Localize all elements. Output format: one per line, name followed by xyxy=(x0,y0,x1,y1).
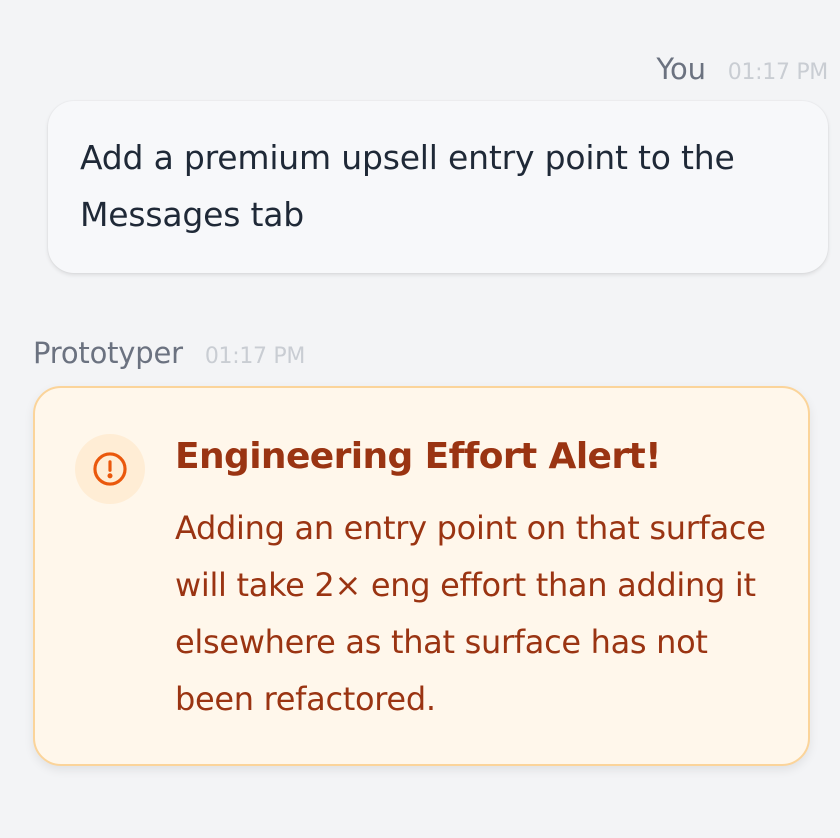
user-message-header: You 01:17 PM xyxy=(656,52,828,86)
assistant-author-name: Prototyper xyxy=(33,336,183,370)
engineering-effort-alert: Engineering Effort Alert! Adding an entr… xyxy=(33,386,810,766)
user-message-timestamp: 01:17 PM xyxy=(727,60,829,85)
alert-circle-icon xyxy=(75,434,145,504)
user-author-name: You xyxy=(656,52,706,86)
alert-title: Engineering Effort Alert! xyxy=(175,436,662,477)
user-message-text: Add a premium upsell entry point to the … xyxy=(80,138,735,234)
alert-body: Adding an entry point on that surface wi… xyxy=(175,509,766,718)
chat-thread: You 01:17 PM Add a premium upsell entry … xyxy=(0,0,840,838)
assistant-message-timestamp: 01:17 PM xyxy=(204,344,306,369)
assistant-message-header: Prototyper 01:17 PM xyxy=(33,336,305,370)
user-message-bubble: Add a premium upsell entry point to the … xyxy=(48,101,828,273)
